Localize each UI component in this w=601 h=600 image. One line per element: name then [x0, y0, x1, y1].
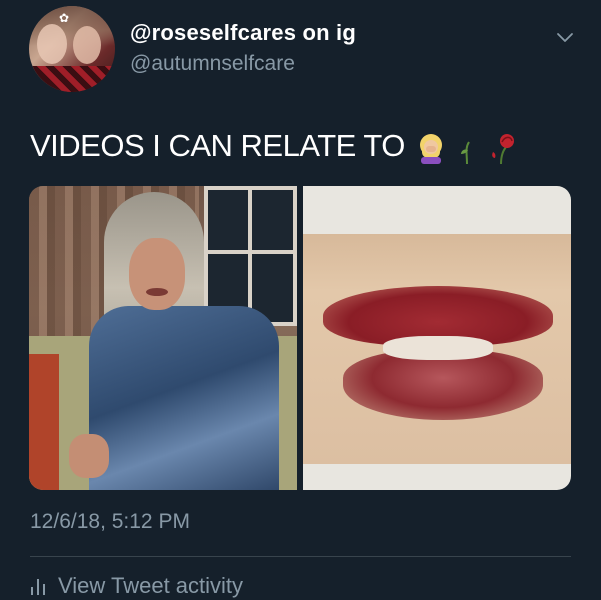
bar-chart-icon	[31, 579, 45, 595]
avatar-shirt	[29, 66, 115, 92]
divider	[30, 556, 571, 557]
tweet-header: ✿ @roseselfcares on ig @autumnselfcare	[0, 0, 601, 100]
tweet-text-content: VIDEOS I CAN RELATE TO	[30, 128, 405, 163]
photo-pillow	[29, 354, 59, 490]
flower-icon: ✿	[59, 11, 70, 25]
tweet-text: VIDEOS I CAN RELATE TO	[30, 128, 517, 164]
wilted-flower-emoji	[461, 141, 471, 164]
avatar-face-left	[37, 24, 67, 64]
avatar-face-right	[73, 26, 101, 64]
photo-face	[129, 238, 185, 310]
activity-label: View Tweet activity	[58, 573, 244, 598]
tweet-media	[29, 186, 571, 490]
painted-lower-lip	[343, 350, 543, 420]
photo-hand	[69, 434, 109, 478]
photo-window	[204, 186, 301, 330]
media-photo-painted-lips[interactable]	[303, 186, 571, 490]
avatar[interactable]: ✿	[29, 6, 115, 92]
tweet-timestamp[interactable]: 12/6/18, 5:12 PM	[30, 510, 190, 534]
woman-facepalming-emoji	[420, 133, 443, 164]
media-photo-woman[interactable]	[29, 186, 301, 490]
user-handle[interactable]: @autumnselfcare	[130, 52, 295, 76]
view-tweet-activity-link[interactable]: View Tweet activity	[30, 573, 243, 599]
chevron-down-icon[interactable]	[556, 28, 574, 46]
painted-teeth	[383, 336, 493, 360]
wilted-rose-emoji	[492, 133, 515, 164]
photo-denim-jacket	[89, 306, 279, 490]
photo-lips	[146, 288, 168, 296]
display-name[interactable]: @roseselfcares on ig	[130, 20, 356, 46]
